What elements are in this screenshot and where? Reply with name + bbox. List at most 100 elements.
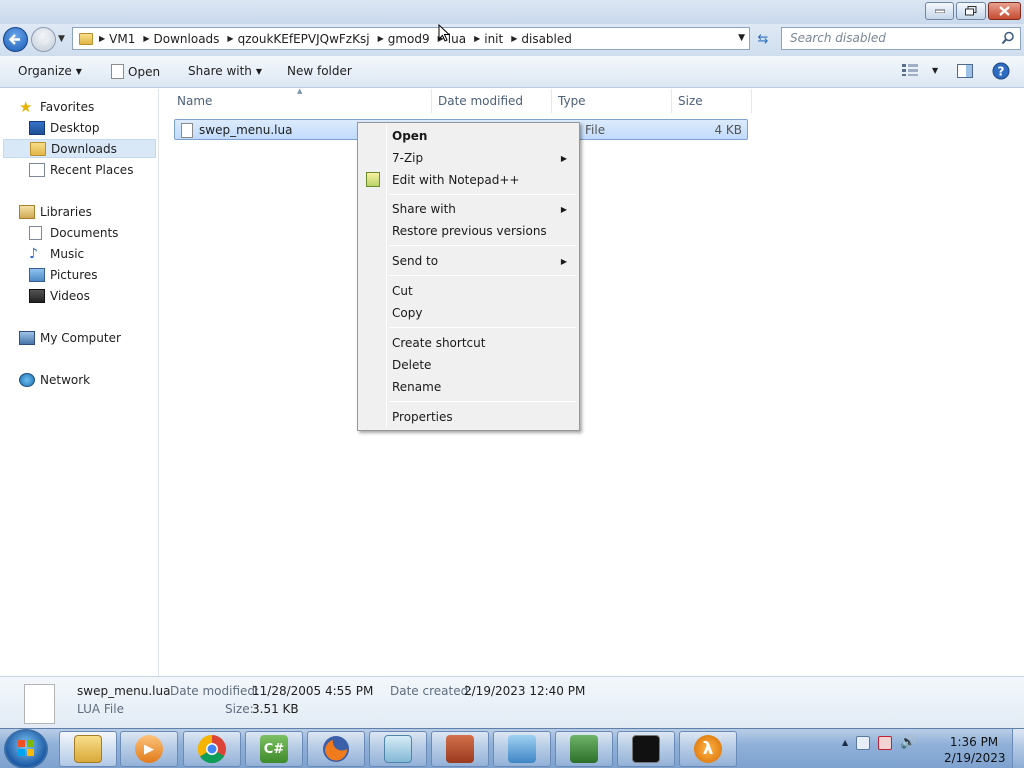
breadcrumb-separator[interactable]: ▶ [143,34,149,43]
taskbar-control-panel[interactable] [493,731,551,767]
svg-text:?: ? [998,65,1005,79]
show-hidden-icons-icon[interactable]: ▲ [842,738,848,747]
breadcrumb-folder[interactable]: qzoukKEfEPVJQwFzKsj [238,32,370,46]
organize-button[interactable]: Organize ▼ [18,64,82,78]
chevron-down-icon: ▼ [932,65,939,75]
breadcrumb-separator[interactable]: ▶ [511,34,517,43]
new-folder-button[interactable]: New folder [287,64,352,78]
file-list[interactable]: Name ▲ Date modified Type Size swep_menu… [160,87,1024,676]
breadcrumb-disabled[interactable]: disabled [521,32,572,46]
details-pane: swep_menu.lua LUA File Date modified: 11… [0,676,1024,728]
taskbar-csharp-editor[interactable]: C# [245,731,303,767]
sidebar-item-documents[interactable]: Documents [29,223,118,242]
sidebar-item-libraries[interactable]: Libraries [19,202,92,221]
menu-item-delete[interactable]: Delete [360,354,577,376]
action-center-flag-icon[interactable] [878,735,893,750]
menu-item-copy[interactable]: Copy [360,302,577,324]
column-header-size[interactable]: Size [672,89,752,113]
file-icon [181,123,193,138]
menu-item-label: Properties [392,410,453,424]
sidebar-item-label: Pictures [50,267,98,282]
taskbar-firefox[interactable] [307,731,365,767]
breadcrumb-gmod9[interactable]: gmod9 [388,32,430,46]
column-header-date-modified[interactable]: Date modified [432,89,552,113]
sidebar-item-music[interactable]: ♪ Music [29,244,84,263]
menu-item-cut[interactable]: Cut [360,280,577,302]
taskbar-explorer[interactable] [59,731,117,767]
menu-item-restore-previous-versions[interactable]: Restore previous versions [360,220,577,242]
breadcrumb-separator[interactable]: ▶ [99,34,105,43]
menu-item-label: Open [392,129,428,143]
minimize-icon [934,9,945,13]
network-tray-icon[interactable] [856,735,871,750]
sidebar-item-my-computer[interactable]: My Computer [19,328,121,347]
address-dropdown-icon[interactable]: ▼ [738,33,745,43]
share-with-button[interactable]: Share with ▼ [188,64,262,78]
details-created-value: 2/19/2023 12:40 PM [464,684,586,698]
new-folder-label: New folder [287,64,352,78]
downloads-folder-icon [30,141,46,156]
back-button[interactable] [3,27,28,52]
column-header-label: Size [678,94,703,108]
close-button[interactable] [988,2,1021,20]
sidebar-item-favorites[interactable]: ★ Favorites [19,97,94,116]
taskbar-chrome[interactable] [183,731,241,767]
recent-pages-dropdown[interactable]: ▼ [58,34,65,44]
menu-item-edit-notepadpp[interactable]: Edit with Notepad++ [360,169,577,191]
taskbar-media-player[interactable]: ▶ [120,731,178,767]
volume-icon[interactable]: 🔊 [900,735,916,750]
minimize-button[interactable] [925,2,954,20]
sidebar-item-pictures[interactable]: Pictures [29,265,98,284]
menu-item-rename[interactable]: Rename [360,376,577,398]
taskbar-half-life[interactable]: λ [679,731,737,767]
taskbar-firewall[interactable] [431,731,489,767]
details-modified-value: 11/28/2005 4:55 PM [252,684,374,698]
open-button[interactable]: Open [111,64,160,79]
menu-item-label: Restore previous versions [392,224,547,238]
preview-pane-button[interactable] [957,64,973,78]
title-bar [0,0,1024,24]
menu-item-7zip[interactable]: 7-Zip ▶ [360,147,577,169]
taskbar-command-prompt[interactable] [617,731,675,767]
menu-item-create-shortcut[interactable]: Create shortcut [360,332,577,354]
menu-item-open[interactable]: Open [360,125,577,147]
chevron-down-icon: ▼ [75,66,82,76]
breadcrumb-separator[interactable]: ▶ [227,34,233,43]
submenu-arrow-icon: ▶ [560,204,567,214]
column-header-type[interactable]: Type [552,89,672,113]
breadcrumb-separator[interactable]: ▶ [474,34,480,43]
file-icon [24,684,55,724]
sidebar-item-label: My Computer [40,330,121,345]
clock[interactable]: 1:36 PM 2/19/2023 [944,734,1006,766]
sidebar-item-downloads[interactable]: Downloads [3,139,156,158]
refresh-button[interactable]: ⇆ [752,29,774,49]
menu-item-send-to[interactable]: Send to ▶ [360,250,577,272]
breadcrumb-lua[interactable]: lua [448,32,466,46]
breadcrumb-init[interactable]: init [484,32,503,46]
menu-item-label: Cut [392,284,413,298]
breadcrumb-downloads[interactable]: Downloads [154,32,220,46]
menu-item-share-with[interactable]: Share with ▶ [360,198,577,220]
taskbar-task-manager[interactable] [555,731,613,767]
close-icon [999,6,1010,16]
start-button[interactable] [4,729,48,768]
breadcrumb-separator[interactable]: ▶ [378,34,384,43]
breadcrumb-vm1[interactable]: VM1 [109,32,135,46]
details-modified-label: Date modified: [170,684,260,698]
menu-item-properties[interactable]: Properties [360,406,577,428]
sidebar-item-videos[interactable]: Videos [29,286,90,305]
notepadpp-icon [366,172,380,187]
sidebar-item-desktop[interactable]: Desktop [29,118,100,137]
help-button[interactable]: ? [992,62,1010,80]
back-arrow-icon [8,34,20,45]
sidebar-item-recent-places[interactable]: Recent Places [29,160,133,179]
show-desktop-button[interactable] [1012,729,1024,768]
maximize-button[interactable] [956,2,986,20]
address-bar[interactable]: ▶ VM1 ▶ Downloads ▶ qzoukKEfEPVJQwFzKsj … [72,27,750,50]
forward-button[interactable] [31,27,56,52]
column-header-name[interactable]: Name ▲ [160,87,432,113]
taskbar-notepad[interactable] [369,731,427,767]
view-options-button[interactable]: ▼ [902,64,938,76]
sidebar-item-network[interactable]: Network [19,370,90,389]
search-input[interactable]: Search disabled [781,27,1021,50]
